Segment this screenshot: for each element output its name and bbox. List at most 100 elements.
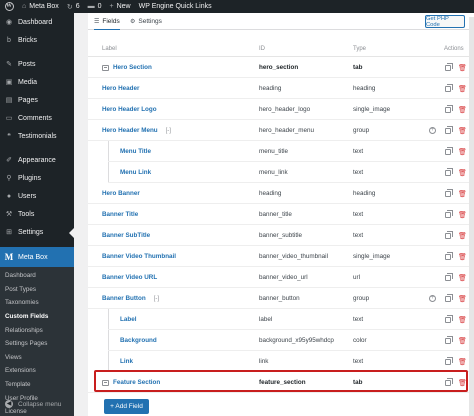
sidebar-item-users[interactable]: ● Users xyxy=(0,187,74,205)
group-collapse-toggle[interactable]: [-] xyxy=(154,296,159,302)
duplicate-icon[interactable] xyxy=(445,104,453,113)
submenu-item-dashboard[interactable]: Dashboard xyxy=(0,269,74,283)
delete-icon[interactable]: 🗑︎ xyxy=(458,169,467,177)
field-row[interactable]: Banner Video URL banner_video_url url 🗑︎ xyxy=(88,267,474,288)
add-subfield-icon[interactable]: + xyxy=(429,295,436,302)
sidebar-item-plugins[interactable]: ⚲ Plugins xyxy=(0,169,74,187)
delete-icon[interactable]: 🗑︎ xyxy=(458,190,467,198)
tab-fields[interactable]: ☰ Fields xyxy=(94,13,120,30)
field-label-link[interactable]: Banner Button xyxy=(102,295,146,302)
duplicate-icon[interactable] xyxy=(445,83,453,92)
submenu-item-relationships[interactable]: Relationships xyxy=(0,323,74,337)
sidebar-item-comments[interactable]: ▭ Comments xyxy=(0,109,74,127)
field-row[interactable]: Banner Button [-] banner_button group + 🗑︎ xyxy=(88,288,474,309)
submenu-item-extensions[interactable]: Extensions xyxy=(0,364,74,378)
duplicate-icon[interactable] xyxy=(445,335,453,344)
field-label-link[interactable]: Banner Video URL xyxy=(102,274,157,281)
field-row[interactable]: Banner Video Thumbnail banner_video_thumb… xyxy=(88,246,474,267)
field-label-link[interactable]: Menu Link xyxy=(120,169,151,176)
delete-icon[interactable]: 🗑︎ xyxy=(458,274,467,282)
sidebar-item-meta-box[interactable]: M Meta Box xyxy=(0,247,74,267)
field-label-link[interactable]: Banner Video Thumbnail xyxy=(102,253,176,260)
updates-link[interactable]: ↻ 6 xyxy=(63,0,84,13)
field-row[interactable]: Hero Header Menu [-] hero_header_menu group… xyxy=(88,120,474,141)
duplicate-icon[interactable] xyxy=(445,314,453,323)
field-label-link[interactable]: Hero Banner xyxy=(102,190,140,197)
field-row[interactable]: Link link text 🗑︎ xyxy=(88,351,474,372)
tab-settings[interactable]: ⚙ Settings xyxy=(130,13,162,30)
field-row[interactable]: Menu Title menu_title text 🗑︎ xyxy=(88,141,474,162)
submenu-item-template[interactable]: Template xyxy=(0,378,74,392)
duplicate-icon[interactable] xyxy=(445,125,453,134)
delete-icon[interactable]: 🗑︎ xyxy=(458,127,467,135)
duplicate-icon[interactable] xyxy=(445,188,453,197)
field-label-link[interactable]: Hero Header xyxy=(102,85,139,92)
submenu-item-custom-fields[interactable]: Custom Fields xyxy=(0,310,74,324)
field-row[interactable]: Menu Link menu_link text 🗑︎ xyxy=(88,162,474,183)
sidebar-item-tools[interactable]: ⚒ Tools xyxy=(0,205,74,223)
duplicate-icon[interactable] xyxy=(445,62,453,71)
duplicate-icon[interactable] xyxy=(445,356,453,365)
duplicate-icon[interactable] xyxy=(445,293,453,302)
field-row[interactable]: Hero Header heading heading 🗑︎ xyxy=(88,78,474,99)
submenu-item-taxonomies[interactable]: Taxonomies xyxy=(0,296,74,310)
field-label-link[interactable]: Menu Title xyxy=(120,148,151,155)
add-field-button[interactable]: + Add Field xyxy=(104,399,149,414)
delete-icon[interactable]: 🗑︎ xyxy=(458,358,467,366)
field-label-link[interactable]: Hero Section xyxy=(113,64,152,71)
sidebar-item-bricks[interactable]: b Bricks xyxy=(0,31,74,49)
delete-icon[interactable]: 🗑︎ xyxy=(458,232,467,240)
collapse-menu-button[interactable]: ◀ Collapse menu xyxy=(0,400,61,408)
field-label-link[interactable]: Banner SubTitle xyxy=(102,232,150,239)
field-row[interactable]: Banner SubTitle banner_subtitle text 🗑︎ xyxy=(88,225,474,246)
duplicate-icon[interactable] xyxy=(445,230,453,239)
duplicate-icon[interactable] xyxy=(445,167,453,176)
field-row[interactable]: Background background_x95y95whdcp color 🗑︎ xyxy=(88,330,474,351)
submenu-item-views[interactable]: Views xyxy=(0,351,74,365)
delete-icon[interactable]: 🗑︎ xyxy=(458,316,467,324)
field-label-link[interactable]: Banner Title xyxy=(102,211,138,218)
add-subfield-icon[interactable]: + xyxy=(429,127,436,134)
sidebar-item-testimonials[interactable]: ❝ Testimonials xyxy=(0,127,74,145)
field-label-link[interactable]: Hero Header Logo xyxy=(102,106,157,113)
field-row[interactable]: Banner Title banner_title text 🗑︎ xyxy=(88,204,474,225)
get-php-code-button[interactable]: Get PHP Code xyxy=(425,15,465,28)
delete-icon[interactable]: 🗑︎ xyxy=(458,211,467,219)
delete-icon[interactable]: 🗑︎ xyxy=(458,337,467,345)
group-collapse-toggle[interactable]: [-] xyxy=(166,128,171,134)
duplicate-icon[interactable] xyxy=(445,272,453,281)
field-row[interactable]: Hero Section hero_section tab 🗑︎ xyxy=(88,57,474,78)
duplicate-icon[interactable] xyxy=(445,146,453,155)
field-row[interactable]: Label label text 🗑︎ xyxy=(88,309,474,330)
field-label-link[interactable]: Hero Header Menu xyxy=(102,127,158,134)
delete-icon[interactable]: 🗑︎ xyxy=(458,253,467,261)
quick-links-menu[interactable]: WP Engine Quick Links xyxy=(135,0,216,13)
sidebar-item-appearance[interactable]: ✐ Appearance xyxy=(0,151,74,169)
field-label-link[interactable]: Link xyxy=(120,358,133,365)
field-row[interactable]: Hero Header Logo hero_header_logo single_i… xyxy=(88,99,474,120)
wordpress-logo-icon[interactable]: W xyxy=(0,0,18,13)
sidebar-item-dashboard[interactable]: ◉ Dashboard xyxy=(0,13,74,31)
delete-icon[interactable]: 🗑︎ xyxy=(458,106,467,114)
field-row[interactable]: Hero Banner heading heading 🗑︎ xyxy=(88,183,474,204)
pages-icon: ▤ xyxy=(5,97,13,104)
sidebar-item-posts[interactable]: ✎ Posts xyxy=(0,55,74,73)
duplicate-icon[interactable] xyxy=(445,251,453,260)
new-content-link[interactable]: + New xyxy=(106,0,135,13)
submenu-item-post-types[interactable]: Post Types xyxy=(0,283,74,297)
site-name-link[interactable]: ⌂ Meta Box xyxy=(18,0,63,13)
delete-icon[interactable]: 🗑︎ xyxy=(458,85,467,93)
delete-icon[interactable]: 🗑︎ xyxy=(458,295,467,303)
sidebar-item-media[interactable]: ▣ Media xyxy=(0,73,74,91)
field-label-link[interactable]: Background xyxy=(120,337,157,344)
delete-icon[interactable]: 🗑︎ xyxy=(458,64,467,72)
submenu-item-settings-pages[interactable]: Settings Pages xyxy=(0,337,74,351)
field-label-link[interactable]: Label xyxy=(120,316,136,323)
page-scrollbar[interactable] xyxy=(469,17,474,416)
duplicate-icon[interactable] xyxy=(445,209,453,218)
users-icon: ● xyxy=(6,192,12,200)
sidebar-item-settings[interactable]: ⊞ Settings xyxy=(0,223,74,241)
comments-link[interactable]: ▬ 0 xyxy=(84,0,106,13)
sidebar-item-pages[interactable]: ▤ Pages xyxy=(0,91,74,109)
delete-icon[interactable]: 🗑︎ xyxy=(458,148,467,156)
